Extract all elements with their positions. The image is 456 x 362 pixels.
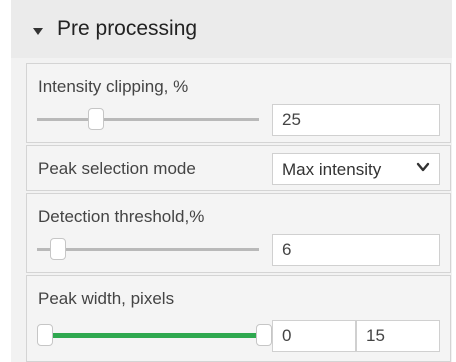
intensity-clipping-label: Intensity clipping, % (38, 77, 189, 96)
chevron-down-icon (416, 162, 430, 172)
intensity-clipping-track[interactable] (37, 118, 259, 121)
peak-selection-section: Peak selection mode Max intensity (26, 145, 451, 191)
peak-width-max-input[interactable]: 15 (356, 320, 440, 352)
peak-width-section: Peak width, pixels 0 15 (26, 275, 451, 362)
peak-width-max-thumb[interactable] (256, 324, 272, 346)
intensity-clipping-slider-thumb[interactable] (88, 108, 104, 130)
detection-threshold-track[interactable] (37, 248, 259, 251)
peak-selection-value: Max intensity (282, 160, 382, 179)
peak-width-label: Peak width, pixels (38, 289, 175, 308)
intensity-clipping-section: Intensity clipping, % 25 (26, 63, 451, 143)
caret-down-icon[interactable] (33, 28, 43, 35)
panel-header[interactable]: Pre processing (11, 0, 452, 58)
detection-threshold-slider-thumb[interactable] (50, 238, 66, 260)
panel-title: Pre processing (57, 17, 198, 40)
peak-width-range-fill[interactable] (40, 333, 266, 338)
peak-width-min-input[interactable]: 0 (272, 320, 356, 352)
intensity-clipping-input[interactable]: 25 (272, 104, 440, 136)
peak-selection-label: Peak selection mode (38, 159, 196, 178)
peak-width-min-thumb[interactable] (37, 324, 53, 346)
detection-threshold-label: Detection threshold,% (38, 207, 205, 226)
pre-processing-panel: Pre processing Intensity clipping, % 25 … (11, 0, 452, 362)
peak-selection-select[interactable]: Max intensity (272, 153, 440, 185)
detection-threshold-input[interactable]: 6 (272, 234, 440, 266)
detection-threshold-section: Detection threshold,% 6 (26, 193, 451, 273)
